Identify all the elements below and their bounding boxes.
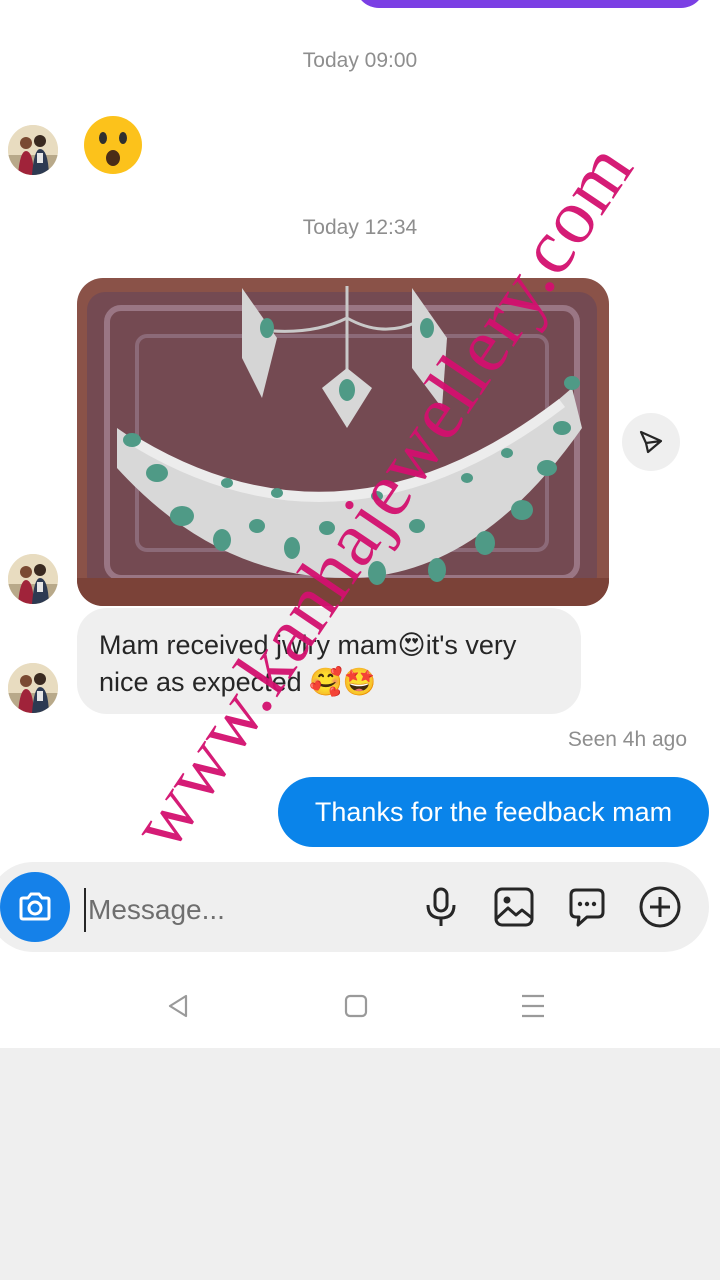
menu-lines-icon[interactable]	[513, 986, 553, 1026]
seen-status: Seen 4h ago	[567, 728, 687, 751]
received-message[interactable]: Mam received jwlry mam😍it's very nice as…	[77, 608, 581, 714]
empty-bottom-area	[0, 1048, 720, 1280]
sticker-chat-icon[interactable]	[565, 885, 609, 929]
home-square-icon[interactable]	[336, 986, 376, 1026]
hushed-face-emoji[interactable]	[82, 114, 144, 176]
message-input[interactable]	[84, 888, 390, 932]
avatar[interactable]	[8, 125, 58, 175]
received-message-text: Mam received jwlry mam😍it's very nice as…	[99, 630, 517, 697]
back-triangle-icon[interactable]	[158, 986, 198, 1026]
timestamp-second: Today 12:34	[302, 216, 418, 239]
camera-icon	[19, 892, 51, 921]
system-navigation-bar	[0, 964, 720, 1048]
sent-message-text: Thanks for the feedback mam	[314, 796, 673, 827]
sent-message[interactable]: Thanks for the feedback mam	[278, 777, 709, 847]
plus-icon[interactable]	[638, 885, 682, 929]
share-button[interactable]	[622, 413, 680, 471]
microphone-icon[interactable]	[419, 885, 463, 929]
avatar[interactable]	[8, 554, 58, 604]
timestamp-first: Today 09:00	[302, 49, 418, 72]
avatar[interactable]	[8, 663, 58, 713]
previous-sent-bubble	[355, 0, 705, 8]
necklace-photo[interactable]	[77, 278, 609, 606]
camera-button[interactable]	[0, 872, 70, 942]
send-icon	[639, 430, 663, 454]
gallery-icon[interactable]	[492, 885, 536, 929]
